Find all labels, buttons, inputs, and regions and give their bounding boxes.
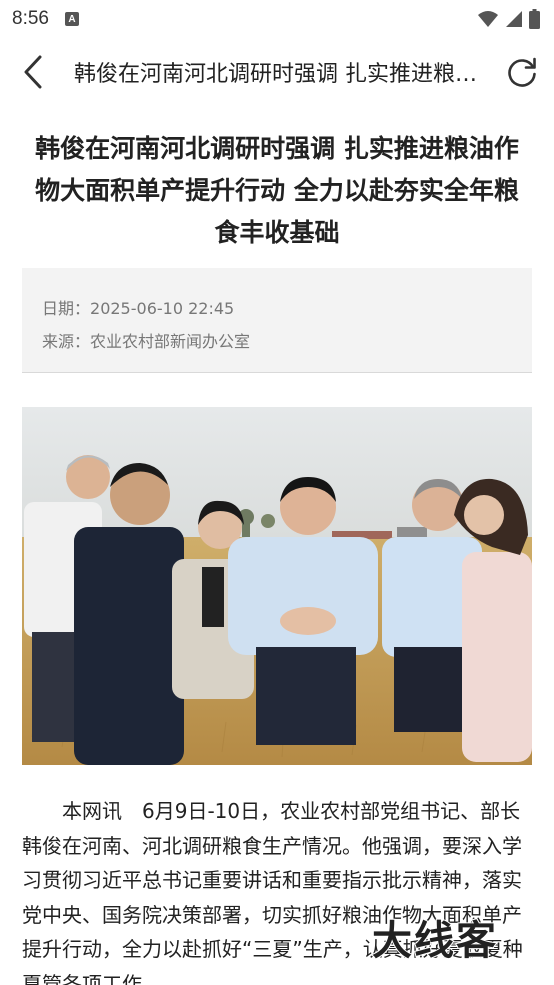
- refresh-button[interactable]: [490, 38, 554, 106]
- status-bar: 8:56 A: [0, 0, 554, 38]
- cell-signal-icon: [506, 11, 522, 27]
- wifi-icon: [478, 11, 498, 27]
- date-label: 日期：: [42, 299, 91, 318]
- article-title: 韩俊在河南河北调研时强调 扎实推进粮油作物大面积单产提升行动 全力以赴夯实全年粮…: [35, 134, 519, 247]
- source-line: 来源：农业农村部新闻办公室: [42, 325, 532, 358]
- chevron-left-icon: [24, 55, 42, 89]
- a-letter-icon: A: [64, 12, 79, 26]
- date-value: 2025-06-10 22:45: [90, 299, 235, 318]
- back-button[interactable]: [0, 38, 64, 106]
- source-value: 农业农村部新闻办公室: [90, 332, 251, 351]
- status-time: 8:56: [12, 8, 49, 29]
- nav-bar: 韩俊在河南河北调研时强调 扎实推进粮油作物大面积单产提升行动 全力以赴夯实全年粮…: [0, 38, 554, 106]
- article-photo: [22, 407, 532, 765]
- battery-icon: [529, 9, 540, 29]
- nav-title: 韩俊在河南河北调研时强调 扎实推进粮油作物大面积单产提升行动 全力以赴夯实全年粮…: [74, 62, 490, 87]
- source-label: 来源：: [42, 332, 91, 351]
- date-line: 日期：2025-06-10 22:45: [42, 292, 532, 325]
- article-meta: 日期：2025-06-10 22:45 来源：农业农村部新闻办公室: [22, 268, 532, 373]
- watermark-logo: 大线客: [371, 917, 498, 965]
- refresh-icon: [508, 57, 536, 87]
- status-icons: [477, 9, 540, 29]
